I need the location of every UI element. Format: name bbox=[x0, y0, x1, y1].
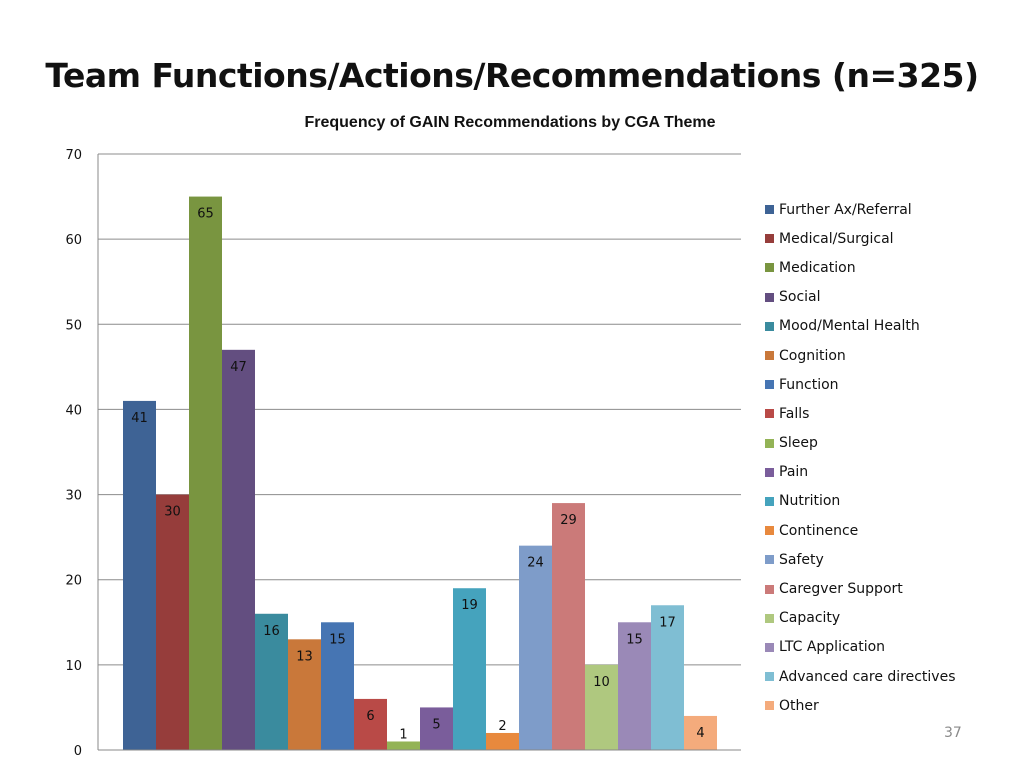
legend-swatch bbox=[765, 584, 774, 594]
data-label: 10 bbox=[593, 675, 610, 690]
page-number: 37 bbox=[944, 725, 962, 741]
legend-item: LTC Application bbox=[765, 633, 956, 662]
data-label: 41 bbox=[131, 411, 148, 426]
y-tick-label: 40 bbox=[65, 403, 82, 418]
legend: Further Ax/Referral Medical/Surgical Medic… bbox=[765, 195, 956, 720]
legend-label: Other bbox=[779, 697, 819, 714]
legend-swatch bbox=[765, 321, 774, 331]
data-label: 29 bbox=[560, 513, 577, 528]
data-label: 13 bbox=[296, 649, 313, 664]
legend-swatch bbox=[765, 234, 774, 244]
legend-swatch bbox=[765, 205, 774, 215]
legend-label: Sleep bbox=[779, 435, 818, 452]
bar bbox=[387, 741, 420, 750]
legend-item: Other bbox=[765, 691, 956, 720]
bar bbox=[519, 545, 552, 750]
bar bbox=[486, 732, 519, 750]
legend-label: Cognition bbox=[779, 347, 846, 364]
legend-item: Safety bbox=[765, 545, 956, 574]
bar bbox=[156, 494, 189, 750]
data-label: 5 bbox=[432, 717, 440, 732]
legend-swatch bbox=[765, 526, 774, 536]
legend-item: Continence bbox=[765, 516, 956, 545]
legend-label: Falls bbox=[779, 405, 810, 422]
legend-label: Function bbox=[779, 376, 839, 393]
data-label: 2 bbox=[498, 719, 506, 734]
legend-label: Safety bbox=[779, 551, 824, 568]
legend-item: Sleep bbox=[765, 429, 956, 458]
legend-item: Pain bbox=[765, 458, 956, 487]
legend-label: Capacity bbox=[779, 610, 841, 627]
y-tick-label: 50 bbox=[65, 318, 82, 333]
legend-swatch bbox=[765, 701, 774, 711]
legend-swatch bbox=[765, 351, 774, 361]
legend-item: Caregver Support bbox=[765, 574, 956, 603]
legend-label: Nutrition bbox=[779, 493, 841, 510]
legend-item: Further Ax/Referral bbox=[765, 195, 956, 224]
bar bbox=[354, 698, 387, 750]
legend-item: Medication bbox=[765, 253, 956, 282]
data-label: 17 bbox=[659, 615, 676, 630]
legend-swatch bbox=[765, 672, 774, 682]
legend-item: Nutrition bbox=[765, 487, 956, 516]
bar bbox=[123, 400, 156, 750]
legend-item: Mood/Mental Health bbox=[765, 312, 956, 341]
legend-item: Falls bbox=[765, 399, 956, 428]
data-label: 6 bbox=[366, 709, 374, 724]
legend-swatch bbox=[765, 555, 774, 565]
legend-label: Pain bbox=[779, 464, 809, 481]
data-label: 24 bbox=[527, 556, 544, 571]
legend-swatch bbox=[765, 380, 774, 390]
legend-label: Advanced care directives bbox=[779, 668, 956, 685]
bar bbox=[222, 349, 255, 750]
legend-item: Advanced care directives bbox=[765, 662, 956, 691]
legend-swatch bbox=[765, 613, 774, 623]
legend-item: Capacity bbox=[765, 604, 956, 633]
bars bbox=[123, 196, 717, 751]
data-label: 15 bbox=[626, 632, 643, 647]
y-tick-label: 20 bbox=[65, 574, 82, 589]
data-label: 47 bbox=[230, 360, 247, 375]
legend-swatch bbox=[765, 263, 774, 273]
legend-label: LTC Application bbox=[779, 639, 886, 656]
data-label: 1 bbox=[399, 727, 407, 742]
legend-item: Medical/Surgical bbox=[765, 224, 956, 253]
legend-swatch bbox=[765, 438, 774, 448]
legend-label: Continence bbox=[779, 522, 859, 539]
legend-label: Mood/Mental Health bbox=[779, 318, 920, 335]
y-tick-label: 10 bbox=[65, 659, 82, 674]
legend-swatch bbox=[765, 496, 774, 506]
data-label: 16 bbox=[263, 624, 280, 639]
legend-swatch bbox=[765, 642, 774, 652]
data-label: 15 bbox=[329, 632, 346, 647]
bar bbox=[552, 503, 585, 750]
data-label: 19 bbox=[461, 598, 478, 613]
data-label: 30 bbox=[164, 505, 181, 520]
legend-item: Cognition bbox=[765, 341, 956, 370]
legend-swatch bbox=[765, 409, 774, 419]
legend-item: Social bbox=[765, 283, 956, 312]
data-label: 65 bbox=[197, 207, 214, 222]
y-tick-label: 70 bbox=[65, 148, 82, 163]
legend-item: Function bbox=[765, 370, 956, 399]
y-tick-label: 0 bbox=[74, 744, 82, 759]
legend-swatch bbox=[765, 467, 774, 477]
legend-label: Medication bbox=[779, 259, 856, 276]
y-axis-ticks: 0 10 20 30 40 50 60 70 bbox=[65, 148, 82, 759]
bar bbox=[189, 196, 222, 751]
legend-swatch bbox=[765, 292, 774, 302]
legend-label: Caregver Support bbox=[779, 581, 903, 598]
y-tick-label: 30 bbox=[65, 489, 82, 504]
legend-label: Social bbox=[779, 289, 821, 306]
legend-label: Medical/Surgical bbox=[779, 230, 894, 247]
legend-label: Further Ax/Referral bbox=[779, 201, 912, 218]
data-label: 4 bbox=[696, 726, 704, 741]
y-tick-label: 60 bbox=[65, 233, 82, 248]
